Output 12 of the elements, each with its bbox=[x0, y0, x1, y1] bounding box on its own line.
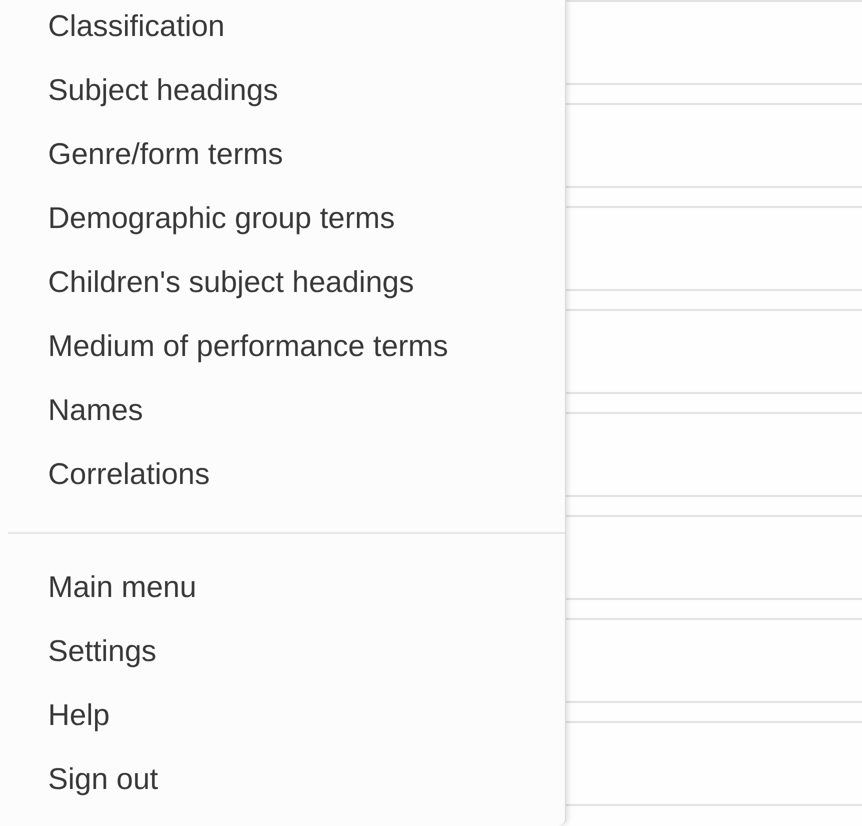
menu-item[interactable]: Names bbox=[0, 379, 144, 443]
menu-item[interactable]: Children's subject headings bbox=[0, 251, 414, 315]
menu-item[interactable]: Medium of performance terms bbox=[0, 315, 448, 379]
menu-item[interactable]: Subject headings bbox=[0, 59, 278, 123]
menu-item[interactable]: Settings bbox=[8, 620, 156, 684]
menu-item[interactable]: Demographic group terms bbox=[0, 187, 395, 251]
menu-item[interactable]: Main menu bbox=[8, 556, 196, 620]
menu-item[interactable]: Correlations bbox=[0, 443, 210, 507]
menu-item[interactable]: Help bbox=[8, 684, 110, 748]
menu-item[interactable]: Classification bbox=[0, 0, 225, 59]
menu-item[interactable]: Genre/form terms bbox=[0, 123, 284, 187]
menu-item[interactable]: Sign out bbox=[8, 748, 158, 812]
